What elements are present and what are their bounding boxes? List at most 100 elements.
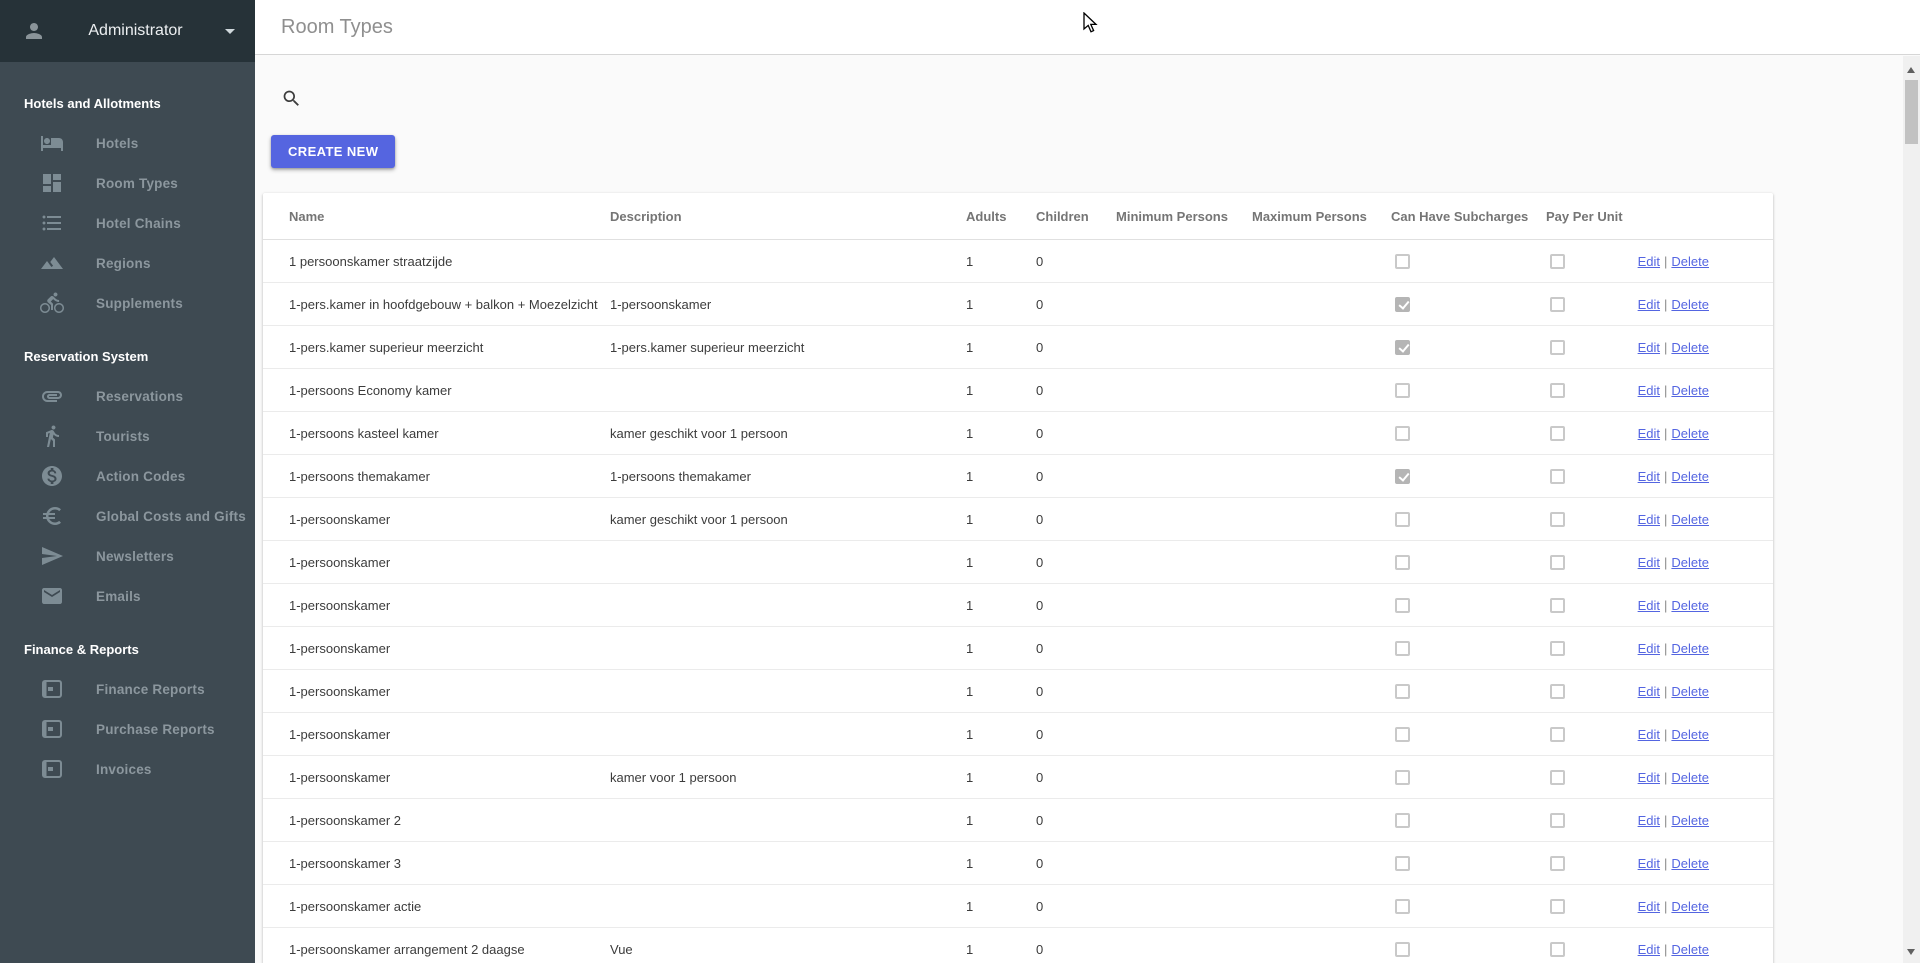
delete-link[interactable]: Delete: [1671, 856, 1709, 871]
edit-link[interactable]: Edit: [1638, 340, 1660, 355]
edit-link[interactable]: Edit: [1638, 469, 1660, 484]
sidebar-item-room-types[interactable]: Room Types: [0, 163, 255, 203]
pay-per-unit-checkbox[interactable]: [1550, 641, 1565, 656]
subcharges-checkbox[interactable]: [1395, 512, 1410, 527]
delete-link[interactable]: Delete: [1671, 383, 1709, 398]
euro-icon: [40, 504, 64, 528]
user-menu[interactable]: Administrator: [0, 0, 255, 62]
subcharges-checkbox[interactable]: [1395, 641, 1410, 656]
scroll-down-arrow-icon[interactable]: [1907, 949, 1915, 955]
cell-actions: Edit|Delete: [1631, 297, 1709, 312]
delete-link[interactable]: Delete: [1671, 340, 1709, 355]
pay-per-unit-checkbox[interactable]: [1550, 899, 1565, 914]
delete-link[interactable]: Delete: [1671, 254, 1709, 269]
subcharges-checkbox[interactable]: [1395, 254, 1410, 269]
pay-per-unit-checkbox[interactable]: [1550, 340, 1565, 355]
pay-per-unit-checkbox[interactable]: [1550, 727, 1565, 742]
edit-link[interactable]: Edit: [1638, 512, 1660, 527]
subcharges-checkbox[interactable]: [1395, 899, 1410, 914]
pay-per-unit-checkbox[interactable]: [1550, 469, 1565, 484]
delete-link[interactable]: Delete: [1671, 426, 1709, 441]
delete-link[interactable]: Delete: [1671, 512, 1709, 527]
delete-link[interactable]: Delete: [1671, 641, 1709, 656]
pay-per-unit-checkbox[interactable]: [1550, 555, 1565, 570]
sidebar-item-emails[interactable]: Emails: [0, 576, 255, 616]
edit-link[interactable]: Edit: [1638, 942, 1660, 957]
edit-link[interactable]: Edit: [1638, 727, 1660, 742]
create-new-button[interactable]: CREATE NEW: [271, 135, 395, 168]
sidebar-item-tourists[interactable]: Tourists: [0, 416, 255, 456]
pay-per-unit-checkbox[interactable]: [1550, 383, 1565, 398]
cell-children: 0: [1036, 684, 1116, 699]
subcharges-checkbox[interactable]: [1395, 297, 1410, 312]
delete-link[interactable]: Delete: [1671, 942, 1709, 957]
subcharges-checkbox[interactable]: [1395, 684, 1410, 699]
vertical-scrollbar[interactable]: [1903, 56, 1920, 963]
sidebar-item-purchase-reports[interactable]: Purchase Reports: [0, 709, 255, 749]
edit-link[interactable]: Edit: [1638, 383, 1660, 398]
pay-per-unit-checkbox[interactable]: [1550, 813, 1565, 828]
subcharges-checkbox[interactable]: [1395, 426, 1410, 441]
delete-link[interactable]: Delete: [1671, 813, 1709, 828]
pay-per-unit-checkbox[interactable]: [1550, 512, 1565, 527]
subcharges-checkbox[interactable]: [1395, 856, 1410, 871]
sidebar-item-newsletters[interactable]: Newsletters: [0, 536, 255, 576]
edit-link[interactable]: Edit: [1638, 254, 1660, 269]
sidebar-item-supplements[interactable]: Supplements: [0, 283, 255, 323]
delete-link[interactable]: Delete: [1671, 684, 1709, 699]
scrollbar-thumb[interactable]: [1905, 80, 1918, 144]
edit-link[interactable]: Edit: [1638, 684, 1660, 699]
search-icon[interactable]: [281, 88, 302, 109]
edit-link[interactable]: Edit: [1638, 297, 1660, 312]
sidebar-item-regions[interactable]: Regions: [0, 243, 255, 283]
delete-link[interactable]: Delete: [1671, 598, 1709, 613]
edit-link[interactable]: Edit: [1638, 899, 1660, 914]
subcharges-checkbox[interactable]: [1395, 598, 1410, 613]
delete-link[interactable]: Delete: [1671, 555, 1709, 570]
cell-name: 1-persoonskamer: [289, 684, 610, 699]
sidebar-item-reservations[interactable]: Reservations: [0, 376, 255, 416]
sidebar-item-finance-reports[interactable]: Finance Reports: [0, 669, 255, 709]
edit-link[interactable]: Edit: [1638, 641, 1660, 656]
subcharges-checkbox[interactable]: [1395, 942, 1410, 957]
delete-link[interactable]: Delete: [1671, 469, 1709, 484]
sidebar-item-action-codes[interactable]: Action Codes: [0, 456, 255, 496]
pay-per-unit-checkbox[interactable]: [1550, 856, 1565, 871]
pay-per-unit-checkbox[interactable]: [1550, 684, 1565, 699]
subcharges-checkbox[interactable]: [1395, 383, 1410, 398]
subcharges-checkbox[interactable]: [1395, 727, 1410, 742]
sidebar-item-global-costs-and-gifts[interactable]: Global Costs and Gifts: [0, 496, 255, 536]
subcharges-checkbox[interactable]: [1395, 555, 1410, 570]
actions-separator: |: [1664, 813, 1667, 828]
pay-per-unit-checkbox[interactable]: [1550, 942, 1565, 957]
user-name: Administrator: [46, 22, 225, 40]
edit-link[interactable]: Edit: [1638, 426, 1660, 441]
cell-pay-per-unit: [1546, 425, 1631, 441]
subcharges-checkbox[interactable]: [1395, 469, 1410, 484]
sidebar-item-hotels[interactable]: Hotels: [0, 123, 255, 163]
table-row: 1-persoons themakamer1-persoons themakam…: [263, 455, 1773, 498]
pay-per-unit-checkbox[interactable]: [1550, 297, 1565, 312]
table-row: 1-persoonskamer10Edit|Delete: [263, 541, 1773, 584]
edit-link[interactable]: Edit: [1638, 770, 1660, 785]
edit-link[interactable]: Edit: [1638, 555, 1660, 570]
delete-link[interactable]: Delete: [1671, 297, 1709, 312]
cell-children: 0: [1036, 727, 1116, 742]
sidebar-item-hotel-chains[interactable]: Hotel Chains: [0, 203, 255, 243]
pay-per-unit-checkbox[interactable]: [1550, 426, 1565, 441]
sidebar-item-invoices[interactable]: Invoices: [0, 749, 255, 789]
edit-link[interactable]: Edit: [1638, 598, 1660, 613]
delete-link[interactable]: Delete: [1671, 899, 1709, 914]
edit-link[interactable]: Edit: [1638, 813, 1660, 828]
subcharges-checkbox[interactable]: [1395, 813, 1410, 828]
subcharges-checkbox[interactable]: [1395, 770, 1410, 785]
edit-link[interactable]: Edit: [1638, 856, 1660, 871]
delete-link[interactable]: Delete: [1671, 727, 1709, 742]
pay-per-unit-checkbox[interactable]: [1550, 770, 1565, 785]
chevron-down-icon[interactable]: [225, 29, 235, 34]
pay-per-unit-checkbox[interactable]: [1550, 598, 1565, 613]
subcharges-checkbox[interactable]: [1395, 340, 1410, 355]
pay-per-unit-checkbox[interactable]: [1550, 254, 1565, 269]
scroll-up-arrow-icon[interactable]: [1907, 67, 1915, 73]
delete-link[interactable]: Delete: [1671, 770, 1709, 785]
